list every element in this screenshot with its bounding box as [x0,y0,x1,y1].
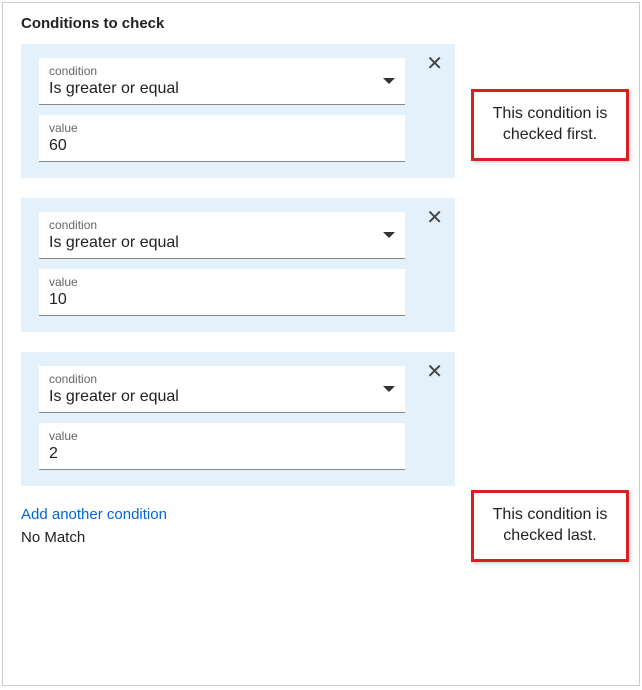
condition-card: ✕ condition Is greater or equal value 2 [21,352,455,486]
field-value: Is greater or equal [49,388,395,406]
field-label: condition [49,64,395,78]
value-input[interactable]: value 60 [39,115,405,162]
close-icon[interactable]: ✕ [426,362,443,382]
conditions-panel: Conditions to check ✕ condition Is great… [2,2,640,686]
chevron-down-icon [383,78,395,84]
condition-dropdown[interactable]: condition Is greater or equal [39,366,405,413]
field-value: 2 [49,445,395,463]
condition-dropdown[interactable]: condition Is greater or equal [39,212,405,259]
annotation-first: This condition is checked first. [471,89,629,161]
field-value: 60 [49,137,395,155]
condition-card: ✕ condition Is greater or equal value 10 [21,198,455,332]
value-input[interactable]: value 2 [39,423,405,470]
chevron-down-icon [383,232,395,238]
conditions-list: ✕ condition Is greater or equal value 60… [21,44,455,486]
field-label: condition [49,372,395,386]
field-value: 10 [49,291,395,309]
close-icon[interactable]: ✕ [426,208,443,228]
value-input[interactable]: value 10 [39,269,405,316]
condition-card: ✕ condition Is greater or equal value 60 [21,44,455,178]
field-value: Is greater or equal [49,234,395,252]
field-label: value [49,275,395,289]
annotation-last: This condition is checked last. [471,490,629,562]
field-label: value [49,121,395,135]
field-label: value [49,429,395,443]
panel-title: Conditions to check [21,15,621,32]
condition-dropdown[interactable]: condition Is greater or equal [39,58,405,105]
close-icon[interactable]: ✕ [426,54,443,74]
field-value: Is greater or equal [49,80,395,98]
chevron-down-icon [383,386,395,392]
field-label: condition [49,218,395,232]
